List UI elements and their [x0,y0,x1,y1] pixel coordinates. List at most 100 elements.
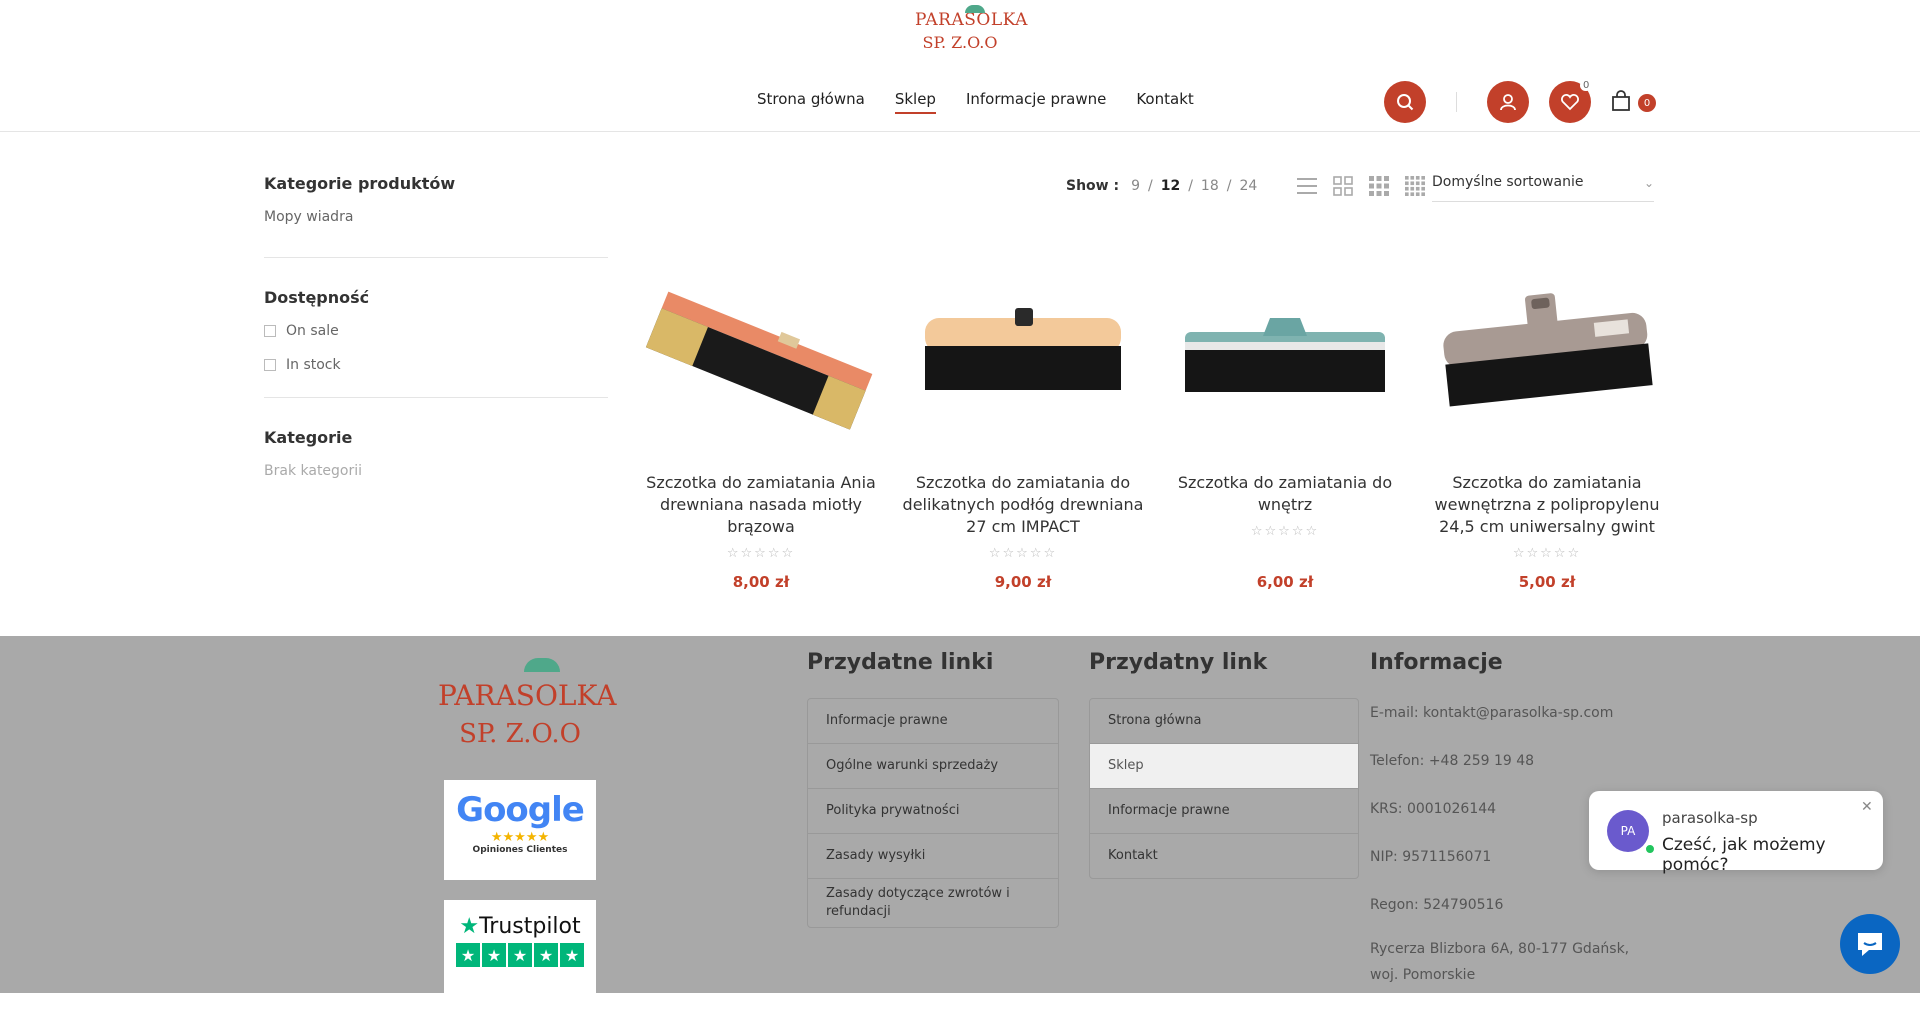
list-view-icon[interactable] [1297,176,1318,196]
product-price: 8,00 zł [732,573,790,591]
grid-2-icon[interactable] [1333,176,1354,196]
heart-icon [1561,94,1579,111]
footer-link-terms[interactable]: Ogólne warunki sprzedaży [808,744,1058,789]
checkbox-icon[interactable] [264,325,276,337]
per-page-9[interactable]: 9 [1131,178,1140,194]
useful-links-menu: Informacje prawne Ogólne warunki sprzeda… [807,698,1059,928]
sort-select[interactable]: Domyślne sortowanie ⌄ [1432,174,1654,202]
sidebar-divider [264,257,608,258]
filter-on-sale[interactable]: On sale [264,323,608,339]
chat-popup[interactable]: PA parasolka-sp Cześć, jak możemy pomóc?… [1589,791,1883,875]
checkbox-icon[interactable] [264,359,276,371]
close-icon[interactable]: ✕ [1861,799,1873,815]
footer-link-legal[interactable]: Informacje prawne [808,699,1058,744]
per-page-24[interactable]: 24 [1239,178,1257,194]
filter-in-stock-label: In stock [286,357,341,373]
information-title: Informacje [1370,650,1503,675]
product-categories-title: Kategorie produktów [264,174,456,193]
grid-4-icon[interactable] [1405,176,1426,196]
product-card[interactable]: Szczotka do zamiatania do wnętrz ☆☆☆☆☆ 6… [1154,246,1416,591]
footer-link-contact[interactable]: Kontakt [1090,834,1358,878]
rating-stars: ☆☆☆☆☆ [1250,524,1320,539]
google-stars: ★★★★★ [490,830,550,845]
product-title[interactable]: Szczotka do zamiatania do wnętrz [1154,472,1416,520]
per-page-18[interactable]: 18 [1201,178,1219,194]
company-address: Rycerza Blizbora 6A, 80-177 Gdańsk, woj.… [1370,941,1630,983]
product-card[interactable]: Szczotka do zamiatania Ania drewniana na… [630,246,892,591]
product-title[interactable]: Szczotka do zamiatania Ania drewniana na… [630,472,892,542]
nav-home[interactable]: Strona główna [757,90,865,114]
search-icon [1397,94,1414,111]
footer-link-shipping[interactable]: Zasady wysyłki [808,834,1058,879]
product-image[interactable] [1165,246,1405,466]
sidebar-divider [264,397,608,398]
availability-title: Dostępność [264,288,370,307]
rating-stars: ☆☆☆☆☆ [726,546,796,561]
header-divider [1456,92,1457,112]
footer-link-home[interactable]: Strona główna [1090,699,1358,744]
search-button[interactable] [1384,81,1426,123]
product-title[interactable]: Szczotka do zamiatania do delikatnych po… [892,472,1154,542]
grid-3-icon[interactable] [1369,176,1390,196]
trustpilot-star-icon: ★ [459,914,480,939]
view-switcher [1297,176,1426,196]
cart-count-badge: 0 [1638,94,1656,112]
umbrella-icon [524,658,560,672]
product-title[interactable]: Szczotka do zamiatania wewnętrzna z poli… [1416,472,1678,542]
filter-in-stock[interactable]: In stock [264,357,608,373]
chat-launcher-button[interactable] [1840,914,1900,974]
shop-toolbar: Show : 9/ 12/ 18/ 24 [1066,174,1426,198]
categories-title: Kategorie [264,428,353,447]
footer-link-legal-info[interactable]: Informacje prawne [1090,789,1358,834]
category-link-mops[interactable]: Mopy wiadra [264,209,608,225]
main-nav: Strona główna Sklep Informacje prawne Ko… [757,90,1224,114]
product-price: 6,00 zł [1256,573,1314,591]
footer-logo[interactable]: PARASOLKA SP. Z.O.O [438,650,617,750]
cart-button[interactable] [1610,90,1632,112]
chat-bubble-icon [1858,933,1882,956]
shopping-bag-icon [1612,90,1630,111]
footer-link-privacy[interactable]: Polityka prywatności [808,789,1058,834]
trustpilot-rating: ★ ★ ★ ★ ★ [444,943,596,967]
product-image[interactable] [641,246,881,466]
trustpilot-badge[interactable]: ★Trustpilot ★ ★ ★ ★ ★ [444,900,596,993]
footer-logo-line2: SP. Z.O.O [459,719,581,749]
site-logo[interactable]: PARASOLKA SP. Z.O.O [915,5,1027,66]
footer-link-shop[interactable]: Sklep [1090,744,1358,789]
product-grid: Szczotka do zamiatania Ania drewniana na… [630,246,1678,591]
google-reviews-label: Opiniones Clientes [472,845,568,855]
product-card[interactable]: Szczotka do zamiatania wewnętrzna z poli… [1416,246,1678,591]
google-logo: Google [456,790,585,830]
contact-phone[interactable]: Telefon: +48 259 19 48 [1370,748,1640,774]
user-icon [1500,94,1516,111]
footer-logo-line1: PARASOLKA [438,679,617,712]
filter-on-sale-label: On sale [286,323,339,339]
nav-contact[interactable]: Kontakt [1136,90,1193,114]
product-price: 9,00 zł [994,573,1052,591]
umbrella-icon [965,5,985,13]
rating-stars: ☆☆☆☆☆ [1512,546,1582,561]
contact-email[interactable]: E-mail: kontakt@parasolka-sp.com [1370,700,1640,726]
nav-shop[interactable]: Sklep [894,90,936,114]
product-image[interactable] [903,246,1143,466]
useful-link-title: Przydatny link [1089,650,1268,675]
show-label: Show : [1066,178,1120,194]
logo-text-line1: PARASOLKA [915,10,1028,30]
google-reviews-badge[interactable]: Google ★★★★★ Opiniones Clientes [444,780,596,880]
company-regon: Regon: 524790516 [1370,897,1504,913]
footer-link-returns[interactable]: Zasady dotyczące zwrotów i refundacji [808,879,1058,927]
wishlist-count-badge: 0 [1580,80,1593,91]
site-header: PARASOLKA SP. Z.O.O Strona główna Sklep … [0,0,1920,132]
useful-links-title: Przydatne linki [807,650,994,675]
chat-avatar: PA [1607,810,1649,852]
shop-sidebar: Kategorie produktów Mopy wiadra Dostępno… [264,174,608,479]
logo-text-line2: SP. Z.O.O [922,33,998,52]
product-image[interactable] [1427,246,1667,466]
nav-legal-info[interactable]: Informacje prawne [966,90,1106,114]
chat-agent-name: parasolka-sp [1662,809,1758,827]
rating-stars: ☆☆☆☆☆ [988,546,1058,561]
product-card[interactable]: Szczotka do zamiatania do delikatnych po… [892,246,1154,591]
per-page-12[interactable]: 12 [1161,178,1180,194]
trustpilot-logo: ★Trustpilot [459,914,581,939]
account-button[interactable] [1487,81,1529,123]
